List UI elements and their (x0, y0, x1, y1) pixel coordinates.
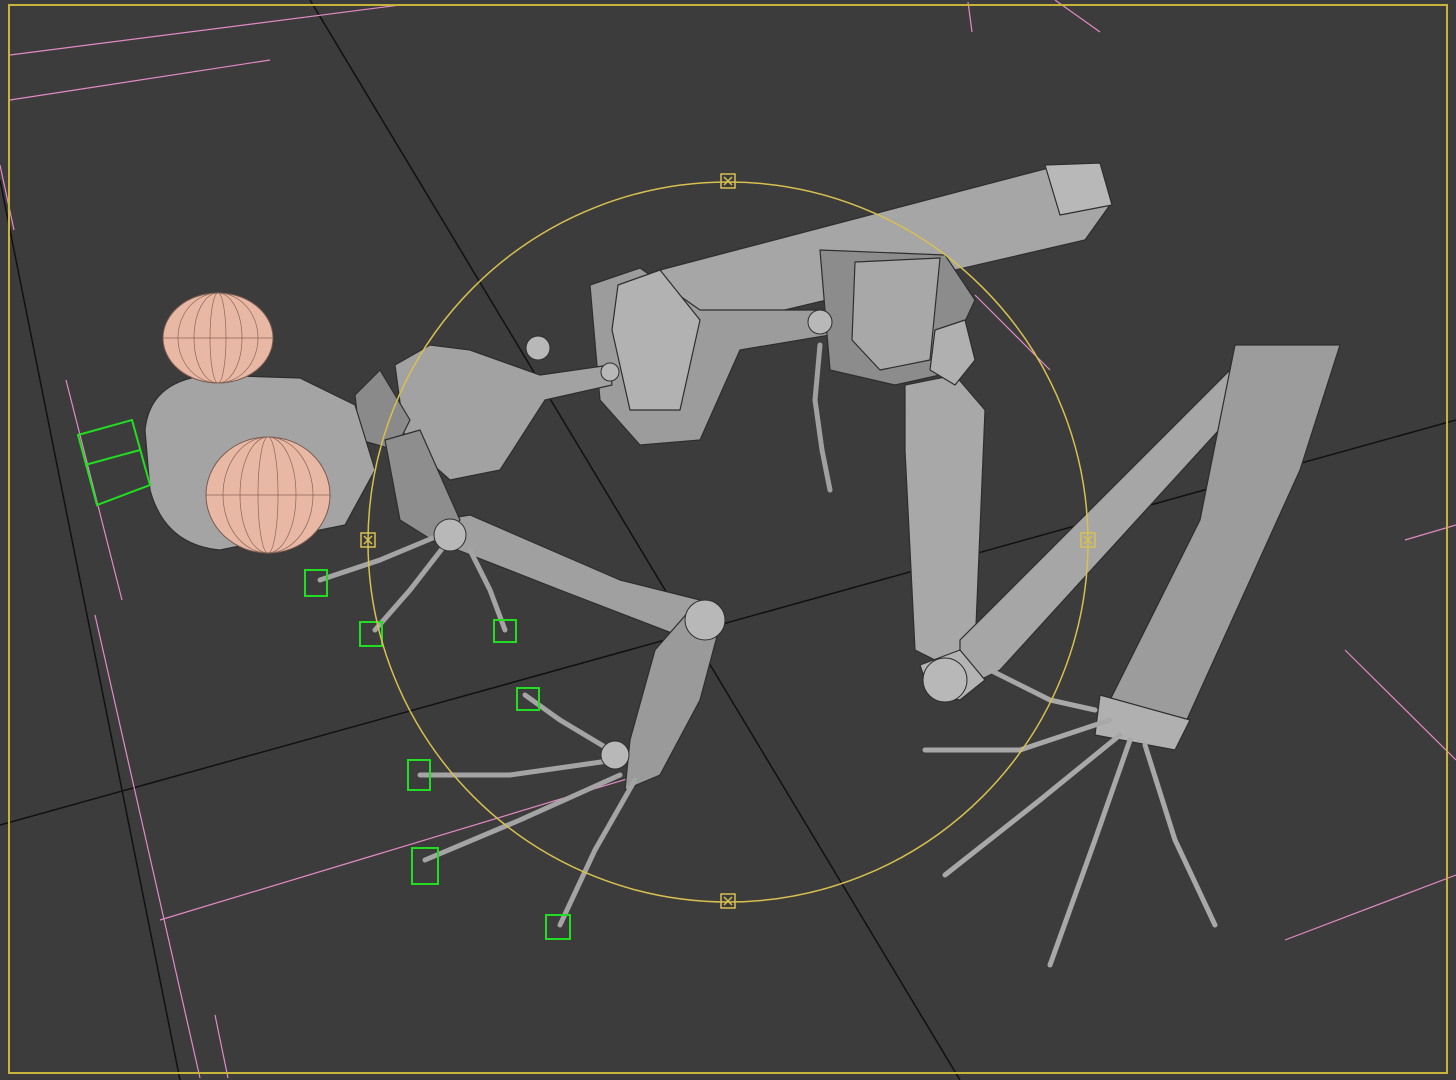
hand-toe-2[interactable] (417, 757, 618, 778)
rear-toe-5[interactable] (987, 667, 1098, 713)
rear-toe-3[interactable] (1047, 737, 1133, 968)
hip-joint[interactable] (807, 309, 833, 335)
neck-joint[interactable] (525, 335, 551, 361)
rear-toe-4[interactable] (1142, 742, 1218, 928)
hand-toe-1[interactable] (522, 692, 613, 753)
elbow-joint[interactable] (684, 599, 726, 641)
toe-ik-control-1[interactable] (304, 569, 328, 597)
chest-joint[interactable] (600, 362, 620, 382)
hand-toe-4[interactable] (557, 777, 638, 928)
rear-toe-2[interactable] (942, 732, 1123, 878)
perspective-viewport[interactable] (0, 0, 1456, 1080)
scene-canvas[interactable] (0, 0, 1456, 1080)
wrist-joint[interactable] (600, 740, 630, 770)
hand-toe-3[interactable] (422, 772, 623, 863)
rear-thigh[interactable] (904, 374, 986, 666)
mid-leg-toe[interactable] (812, 342, 833, 493)
head-ik-control[interactable] (76, 418, 152, 507)
toe-ik-control-7[interactable] (545, 914, 571, 940)
toe-ik-control-6[interactable] (411, 847, 439, 885)
hip-block-right-face[interactable] (851, 257, 941, 371)
heel-joint[interactable] (922, 657, 968, 703)
shoulder-joint[interactable] (433, 518, 467, 552)
rear-toe-1[interactable] (922, 717, 1113, 753)
